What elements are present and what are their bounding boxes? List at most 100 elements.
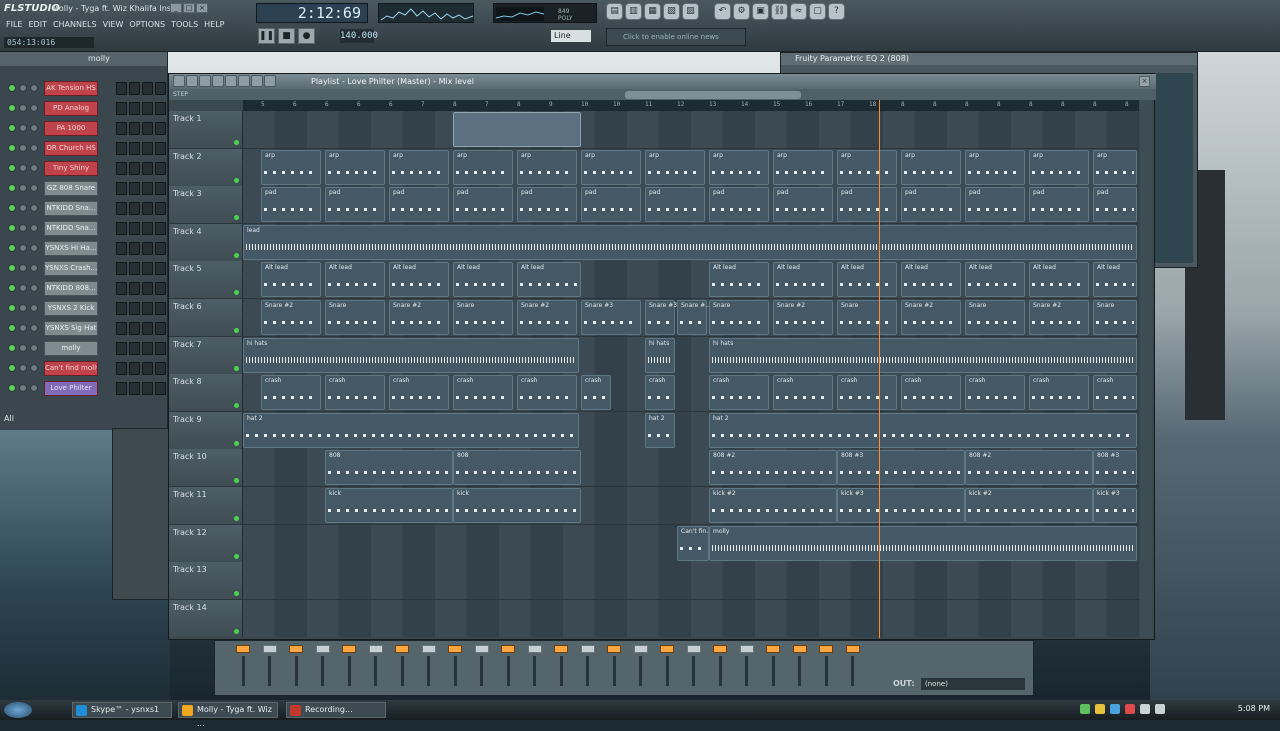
mixer-fader[interactable] xyxy=(286,645,306,691)
mixer-fader[interactable] xyxy=(313,645,333,691)
playlist-icon[interactable]: ▤ xyxy=(606,3,623,20)
track-active-icon[interactable] xyxy=(234,290,239,296)
channel-led-icon[interactable] xyxy=(19,244,27,252)
pattern-clip[interactable]: Alt lead xyxy=(261,262,321,298)
channel-led-icon[interactable] xyxy=(19,144,27,152)
track-lane[interactable] xyxy=(243,111,1139,148)
mixer-fader[interactable] xyxy=(233,645,253,691)
pattern-clip[interactable]: pad xyxy=(773,187,833,223)
playhead-marker[interactable] xyxy=(879,100,880,638)
pattern-clip[interactable]: pad xyxy=(1093,187,1137,223)
menu-channels[interactable]: CHANNELS xyxy=(53,20,97,29)
pattern-clip[interactable]: Alt lead xyxy=(773,262,833,298)
track-label[interactable]: Track 4 xyxy=(169,223,243,261)
fader-knob[interactable] xyxy=(315,645,330,653)
fader-knob[interactable] xyxy=(845,645,860,653)
start-button-icon[interactable] xyxy=(4,702,32,718)
disk-icon[interactable]: ▢ xyxy=(809,3,826,20)
fader-knob[interactable] xyxy=(633,645,648,653)
track-active-icon[interactable] xyxy=(234,365,239,371)
fader-knob[interactable] xyxy=(554,645,568,653)
pattern-clip[interactable]: Alt lead xyxy=(709,262,769,298)
channel-button[interactable]: PA 1000 xyxy=(44,121,98,136)
step-button[interactable] xyxy=(129,142,140,155)
step-button[interactable] xyxy=(116,122,127,135)
pattern-clip[interactable]: crash xyxy=(837,375,897,411)
channel-button[interactable]: YSNXS Sig Hat xyxy=(44,321,98,336)
step-button[interactable] xyxy=(155,102,166,115)
track-label[interactable]: Track 14 xyxy=(169,599,243,637)
track-label[interactable]: Track 12 xyxy=(169,524,243,562)
channel-button[interactable]: OR Church HS xyxy=(44,141,98,156)
pattern-clip[interactable]: crash xyxy=(389,375,449,411)
pattern-clip[interactable]: kick #2 xyxy=(709,488,837,523)
pattern-clip[interactable]: arp xyxy=(709,149,769,185)
mixer-fader[interactable] xyxy=(790,645,810,691)
pattern-clip[interactable]: pad xyxy=(965,187,1025,223)
tray-icon[interactable] xyxy=(1110,704,1120,714)
step-button[interactable] xyxy=(142,122,153,135)
step-button[interactable] xyxy=(142,362,153,375)
step-button[interactable] xyxy=(142,162,153,175)
step-button[interactable] xyxy=(129,282,140,295)
channel-button[interactable]: NTKIDD Sna... xyxy=(44,221,98,236)
pattern-clip[interactable]: Snare xyxy=(1093,300,1137,335)
track-lane[interactable] xyxy=(243,562,1139,600)
channel-button[interactable]: YSNXS Hi Ha... xyxy=(44,241,98,256)
pattern-clip[interactable]: pad xyxy=(581,187,641,223)
channel-led-icon[interactable] xyxy=(19,284,27,292)
step-button[interactable] xyxy=(129,342,140,355)
undo-icon[interactable]: ↶ xyxy=(714,3,731,20)
step-button[interactable] xyxy=(142,342,153,355)
pattern-clip[interactable]: arp xyxy=(1093,149,1137,185)
channel-button[interactable]: Love Philter xyxy=(44,381,98,396)
mixer-fader[interactable] xyxy=(366,645,386,691)
pattern-clip[interactable]: arp xyxy=(453,149,513,185)
mixer-fader[interactable] xyxy=(843,645,863,691)
step-button[interactable] xyxy=(116,242,127,255)
menu-help[interactable]: HELP xyxy=(204,20,224,29)
pattern-clip[interactable]: Alt lead xyxy=(389,262,449,298)
slice-tool-icon[interactable] xyxy=(225,75,237,87)
channel-led-icon[interactable] xyxy=(8,224,16,232)
step-button[interactable] xyxy=(142,182,153,195)
channel-led-icon[interactable] xyxy=(30,304,38,312)
channel-button[interactable]: YSNXS 2 Kick xyxy=(44,301,98,316)
step-button[interactable] xyxy=(129,262,140,275)
mute-tool-icon[interactable] xyxy=(212,75,224,87)
pattern-clip[interactable]: arp xyxy=(325,149,385,185)
channel-led-icon[interactable] xyxy=(8,244,16,252)
menu-view[interactable]: VIEW xyxy=(103,20,124,29)
step-button[interactable] xyxy=(155,222,166,235)
step-button[interactable] xyxy=(129,202,140,215)
select-tool-icon[interactable] xyxy=(238,75,250,87)
track-label[interactable]: Track 8 xyxy=(169,374,243,412)
pattern-clip[interactable]: crash xyxy=(773,375,833,411)
step-button[interactable] xyxy=(155,322,166,335)
step-button[interactable] xyxy=(155,82,166,95)
track-label[interactable]: Track 11 xyxy=(169,487,243,524)
track-lane[interactable]: Snare #2 Snare Snare #2 Snare Snare #2 Snare … xyxy=(243,299,1139,336)
mixer-fader[interactable] xyxy=(260,645,280,691)
pattern-clip[interactable]: pad xyxy=(517,187,577,223)
fader-knob[interactable] xyxy=(766,645,780,653)
pattern-clip[interactable]: Snare xyxy=(325,300,385,335)
track-lane[interactable]: pad pad pad pad pad pad pad pad pad pad pad pad pad p… xyxy=(243,186,1139,224)
pattern-clip[interactable]: Snare xyxy=(453,300,513,335)
tray-icon[interactable] xyxy=(1080,704,1090,714)
pause-icon[interactable]: ❚❚ xyxy=(258,28,275,44)
channel-led-icon[interactable] xyxy=(30,284,38,292)
pattern-clip[interactable]: kick #3 xyxy=(837,488,965,523)
mixer-fader[interactable] xyxy=(525,645,545,691)
rack-pattern-name[interactable]: molly xyxy=(0,52,167,66)
system-clock[interactable]: 5:08 PM xyxy=(1238,704,1270,713)
pattern-clip[interactable]: arp xyxy=(965,149,1025,185)
channel-led-icon[interactable] xyxy=(8,104,16,112)
step-button[interactable] xyxy=(116,102,127,115)
track-lane[interactable]: hi hats hi hats hi hats xyxy=(243,336,1139,374)
channel-led-icon[interactable] xyxy=(8,344,16,352)
track-label[interactable]: Track 13 xyxy=(169,562,243,600)
track-lane[interactable]: Alt lead Alt lead Alt lead Alt lead Alt lead… xyxy=(243,261,1139,299)
channel-button[interactable]: PD Analog xyxy=(44,101,98,116)
pattern-clip[interactable]: Snare #2 xyxy=(901,300,961,335)
